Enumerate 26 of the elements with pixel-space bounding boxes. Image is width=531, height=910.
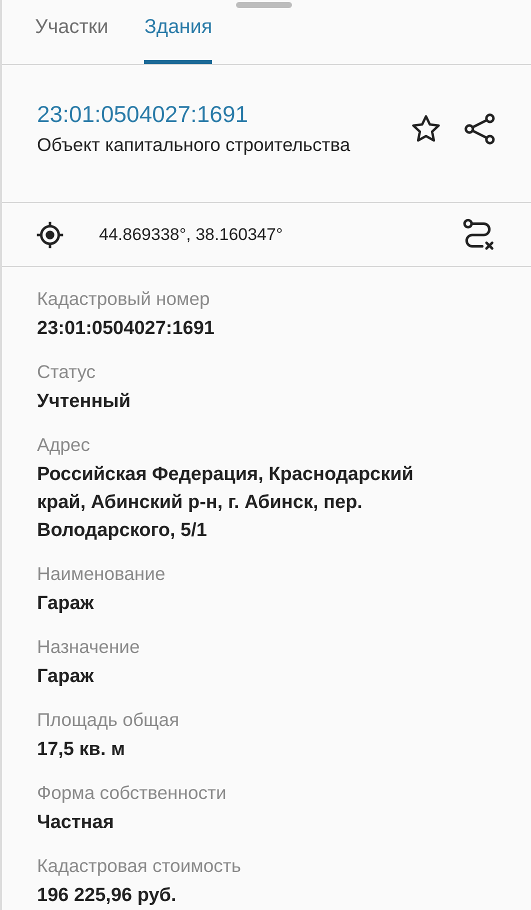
field-label: Форма собственности	[37, 781, 228, 805]
field-label: Статус	[37, 360, 96, 384]
tab[interactable]: Участки	[35, 0, 108, 64]
field-label: Назначение	[37, 635, 141, 659]
field-value: Гараж	[37, 592, 95, 616]
field-label: Кадастровая стоимость	[37, 854, 242, 878]
tab[interactable]: Здания	[144, 0, 212, 64]
coordinates: 44.869338°, 38.160347°	[99, 224, 284, 244]
route-icon[interactable]	[461, 218, 495, 252]
share-icon[interactable]	[463, 112, 497, 146]
drag-handle[interactable]	[236, 2, 292, 8]
field-label: Адрес	[37, 433, 91, 457]
field-label: Площадь общая	[37, 708, 180, 732]
field-label: Кадастровый номер	[37, 287, 211, 311]
location-target-icon	[35, 220, 65, 250]
field-value: Гараж	[37, 665, 95, 689]
cadastral-number: 23:01:0504027:1691	[37, 101, 250, 128]
favorite-star-icon[interactable]	[409, 112, 443, 144]
field-value: 196 225,96 руб.	[37, 884, 178, 908]
field-value: Учтенный	[37, 390, 132, 414]
field-value: 23:01:0504027:1691	[37, 317, 216, 341]
field-label: Наименование	[37, 562, 166, 586]
field-value: 17,5 кв. м	[37, 738, 126, 762]
object-type: Объект капитального строительства	[37, 134, 352, 156]
field-value: Российская Федерация, Краснодарский край, Абинский р-н, г. Абинск, пер. Володарского, 5/1	[37, 463, 414, 543]
field-value: Частная	[37, 811, 115, 835]
